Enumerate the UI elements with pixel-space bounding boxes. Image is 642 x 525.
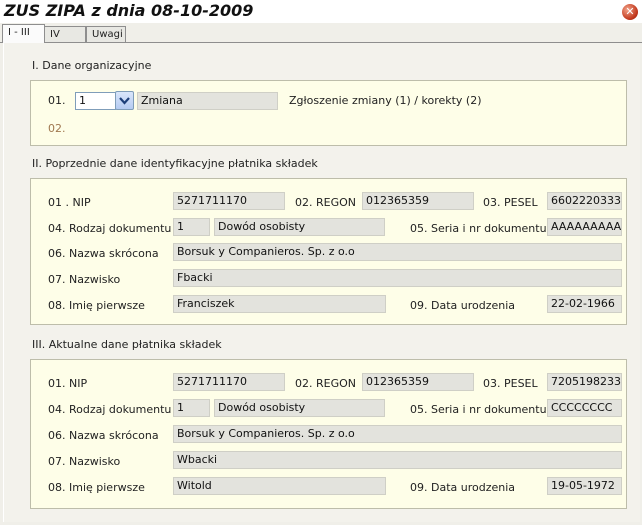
- first-name-label: 08. Imię pierwsze: [48, 481, 145, 494]
- first-name-field[interactable]: Franciszek: [173, 295, 386, 313]
- row-01-label: 01.: [48, 94, 66, 107]
- chevron-down-icon: [119, 97, 130, 105]
- short-name-label: 06. Nazwa skrócona: [48, 247, 159, 260]
- birth-date-label: 09. Data urodzenia: [410, 299, 516, 312]
- doc-type-name-field: Dowód osobisty: [214, 218, 385, 236]
- tab-iv[interactable]: IV: [44, 26, 86, 42]
- birth-date-field[interactable]: 19-05-1972: [547, 477, 622, 495]
- section-1-group: 01. 1 Zmiana Zgłoszenie zmiany (1) / kor…: [30, 80, 627, 146]
- surname-label: 07. Nazwisko: [48, 273, 121, 286]
- section-2-title: II. Poprzednie dane identyfikacyjne płat…: [32, 157, 318, 170]
- surname-field[interactable]: Wbacki: [173, 451, 622, 469]
- first-name-field[interactable]: Witold: [173, 477, 386, 495]
- birth-date-label: 09. Data urodzenia: [410, 481, 516, 494]
- pesel-label: 03. PESEL: [483, 377, 538, 390]
- doc-type-label: 04. Rodzaj dokumentu: [48, 222, 172, 235]
- row-02-label: 02.: [48, 122, 66, 135]
- first-name-label: 08. Imię pierwsze: [48, 299, 145, 312]
- nip-label: 01. NIP: [48, 377, 88, 390]
- regon-field[interactable]: 012365359: [362, 192, 474, 210]
- tab-i-iii[interactable]: I - III: [2, 24, 45, 43]
- tab-bar: I - III IV Uwagi: [0, 24, 642, 43]
- doc-type-label: 04. Rodzaj dokumentu: [48, 403, 172, 416]
- doc-no-label: 05. Seria i nr dokumentu: [410, 222, 547, 235]
- short-name-field[interactable]: Borsuk y Companieros. Sp. z o.o: [173, 425, 622, 443]
- section-3-title: III. Aktualne dane płatnika składek: [32, 338, 222, 351]
- short-name-field[interactable]: Borsuk y Companieros. Sp. z o.o: [173, 243, 622, 261]
- regon-label: 02. REGON: [295, 377, 356, 390]
- birth-date-field[interactable]: 22-02-1966: [547, 295, 622, 313]
- title-bar: ZUS ZIPA z dnia 08-10-2009 ✕: [0, 0, 642, 23]
- change-type-select[interactable]: 1: [75, 92, 116, 110]
- doc-type-code-field[interactable]: 1: [173, 218, 210, 236]
- tab-panel: I. Dane organizacyjne 01. 1 Zmiana Zgłos…: [3, 43, 640, 522]
- change-type-hint: Zgłoszenie zmiany (1) / korekty (2): [289, 94, 482, 107]
- section-2-group: 01 . NIP 5271711170 02. REGON 012365359 …: [30, 178, 627, 325]
- pesel-field[interactable]: 66022203333: [547, 192, 622, 210]
- change-type-text: Zmiana: [137, 92, 278, 110]
- doc-no-field[interactable]: AAAAAAAAA: [547, 218, 622, 236]
- short-name-label: 06. Nazwa skrócona: [48, 429, 159, 442]
- nip-label: 01 . NIP: [48, 196, 91, 209]
- close-icon[interactable]: ✕: [622, 4, 638, 20]
- nip-field[interactable]: 5271711170: [173, 373, 285, 391]
- section-1-title: I. Dane organizacyjne: [32, 59, 152, 72]
- tab-uwagi[interactable]: Uwagi: [86, 26, 126, 42]
- pesel-label: 03. PESEL: [483, 196, 538, 209]
- regon-label: 02. REGON: [295, 196, 356, 209]
- surname-label: 07. Nazwisko: [48, 455, 121, 468]
- doc-no-field[interactable]: CCCCCCCC: [547, 399, 622, 417]
- pesel-field[interactable]: 72051982332: [547, 373, 622, 391]
- doc-type-name-field: Dowód osobisty: [214, 399, 385, 417]
- nip-field[interactable]: 5271711170: [173, 192, 285, 210]
- dropdown-button[interactable]: [115, 91, 134, 110]
- surname-field[interactable]: Fbacki: [173, 269, 622, 287]
- doc-no-label: 05. Seria i nr dokumentu: [410, 403, 547, 416]
- section-3-group: 01. NIP 5271711170 02. REGON 012365359 0…: [30, 359, 627, 509]
- regon-field[interactable]: 012365359: [362, 373, 474, 391]
- doc-type-code-field[interactable]: 1: [173, 399, 210, 417]
- window-title: ZUS ZIPA z dnia 08-10-2009: [4, 1, 254, 20]
